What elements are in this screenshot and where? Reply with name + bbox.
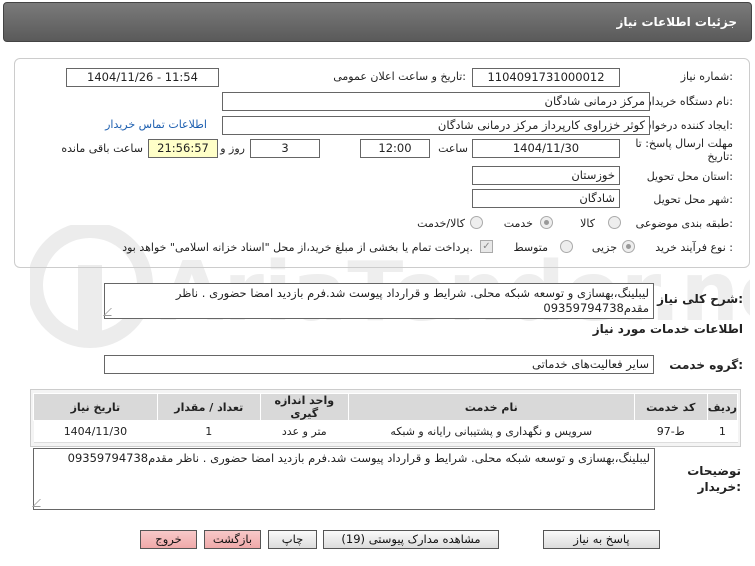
category-radio-service[interactable] bbox=[540, 216, 553, 229]
city-label: شهر محل تحویل: bbox=[653, 193, 733, 206]
deadline-date-label: تاریخ: bbox=[707, 150, 733, 163]
table-row: 1 ط-97 سرویس و نگهداری و پشتیبانی رایانه… bbox=[33, 420, 738, 443]
remaining-time-field: 21:56:57 bbox=[148, 139, 218, 158]
cell-service-name: سرویس و نگهداری و پشتیبانی رایانه و شبکه bbox=[348, 420, 635, 443]
deadline-time-field: 12:00 bbox=[360, 139, 430, 158]
cell-quantity: 1 bbox=[157, 420, 261, 443]
days-field: 3 bbox=[250, 139, 320, 158]
process-option-minor: جزیی bbox=[591, 241, 617, 254]
page-header: جزئیات اطلاعات نیاز bbox=[3, 2, 752, 42]
summary-textarea[interactable]: لیبلینگ،بهسازی و توسعه شبکه محلی. شرایط … bbox=[103, 283, 654, 319]
buyer-org-label: نام دستگاه خریدار: bbox=[646, 95, 733, 108]
reply-button[interactable]: پاسخ به نیاز bbox=[543, 530, 660, 549]
summary-line-1: لیبلینگ،بهسازی و توسعه شبکه محلی. شرایط … bbox=[175, 286, 649, 300]
requester-field: کوثر خزراوی کارپرداز مرکز درمانی شادگان bbox=[222, 116, 650, 135]
buyer-notes-label-2: خریدار: bbox=[697, 480, 741, 494]
remaining-time-label: ساعت باقی مانده bbox=[61, 142, 143, 155]
services-table: ردیف کد خدمت نام خدمت واحد اندازه گیری ت… bbox=[33, 393, 739, 443]
buyer-notes-text: لیبلینگ،بهسازی و توسعه شبکه محلی. شرایط … bbox=[67, 451, 650, 465]
service-group-field: سایر فعالیت‌های خدماتی bbox=[104, 355, 654, 374]
buyer-notes-textarea[interactable]: لیبلینگ،بهسازی و توسعه شبکه محلی. شرایط … bbox=[32, 448, 655, 510]
summary-line-2: مقدم09359794738 bbox=[543, 301, 649, 315]
exit-button[interactable]: خروج bbox=[140, 530, 197, 549]
deadline-time-label: ساعت bbox=[438, 142, 468, 155]
category-option-service: خدمت bbox=[503, 217, 533, 230]
print-button[interactable]: چاپ bbox=[268, 530, 317, 549]
process-option-medium: متوسط bbox=[513, 241, 548, 254]
page-title: جزئیات اطلاعات نیاز bbox=[616, 15, 737, 29]
process-label: نوع فرآیند خرید : bbox=[655, 241, 733, 254]
need-number-field: 1104091731000012 bbox=[472, 68, 620, 87]
back-button[interactable]: بازگشت bbox=[204, 530, 261, 549]
col-row: ردیف bbox=[706, 393, 739, 421]
province-label: استان محل تحویل: bbox=[646, 170, 733, 183]
col-service-name: نام خدمت bbox=[347, 393, 635, 421]
summary-label: شرح کلی نیاز: bbox=[657, 292, 743, 306]
payment-note: پرداخت تمام یا بخشی از مبلغ خرید،از محل … bbox=[122, 241, 473, 254]
process-radio-medium[interactable] bbox=[560, 240, 573, 253]
need-number-label: شماره نیاز: bbox=[680, 70, 733, 83]
category-option-goods: کالا bbox=[580, 217, 595, 230]
announce-label: تاریخ و ساعت اعلان عمومی: bbox=[333, 70, 466, 83]
col-quantity: تعداد / مقدار bbox=[156, 393, 261, 421]
col-unit: واحد اندازه گیری bbox=[259, 393, 349, 421]
category-radio-goods[interactable] bbox=[608, 216, 621, 229]
days-label: روز و bbox=[220, 142, 245, 155]
service-group-label: گروه خدمت: bbox=[669, 358, 743, 372]
resize-grip-icon[interactable] bbox=[32, 499, 48, 507]
category-radio-goods-service[interactable] bbox=[470, 216, 483, 229]
province-field: خوزستان bbox=[472, 166, 620, 185]
deadline-label: مهلت ارسال پاسخ: تا bbox=[635, 137, 733, 150]
category-label: طبقه بندی موضوعی: bbox=[635, 217, 733, 230]
buyer-contact-link[interactable]: اطلاعات تماس خریدار bbox=[105, 118, 207, 131]
buyer-org-field: مرکز درمانی شادگان bbox=[222, 92, 650, 111]
cell-row: 1 bbox=[707, 420, 738, 443]
services-section-title: اطلاعات خدمات مورد نیاز bbox=[592, 322, 743, 336]
process-radio-minor[interactable] bbox=[622, 240, 635, 253]
attachments-button[interactable]: مشاهده مدارک پیوستی (19) bbox=[323, 530, 499, 549]
col-need-date: تاریخ نیاز bbox=[33, 393, 158, 421]
deadline-date-field: 1404/11/30 bbox=[472, 139, 620, 158]
city-field: شادگان bbox=[472, 189, 620, 208]
buyer-notes-label: توضیحات bbox=[687, 464, 741, 478]
cell-need-date: 1404/11/30 bbox=[33, 420, 158, 443]
category-option-goods-service: کالا/خدمت bbox=[417, 217, 465, 230]
cell-service-code: ط-97 bbox=[634, 420, 708, 443]
col-service-code: کد خدمت bbox=[633, 393, 708, 421]
treasury-checkbox[interactable]: ✓ bbox=[480, 240, 493, 253]
cell-unit: متر و عدد bbox=[260, 420, 349, 443]
need-details-panel bbox=[14, 58, 750, 268]
announce-field: 1404/11/26 - 11:54 bbox=[66, 68, 219, 87]
